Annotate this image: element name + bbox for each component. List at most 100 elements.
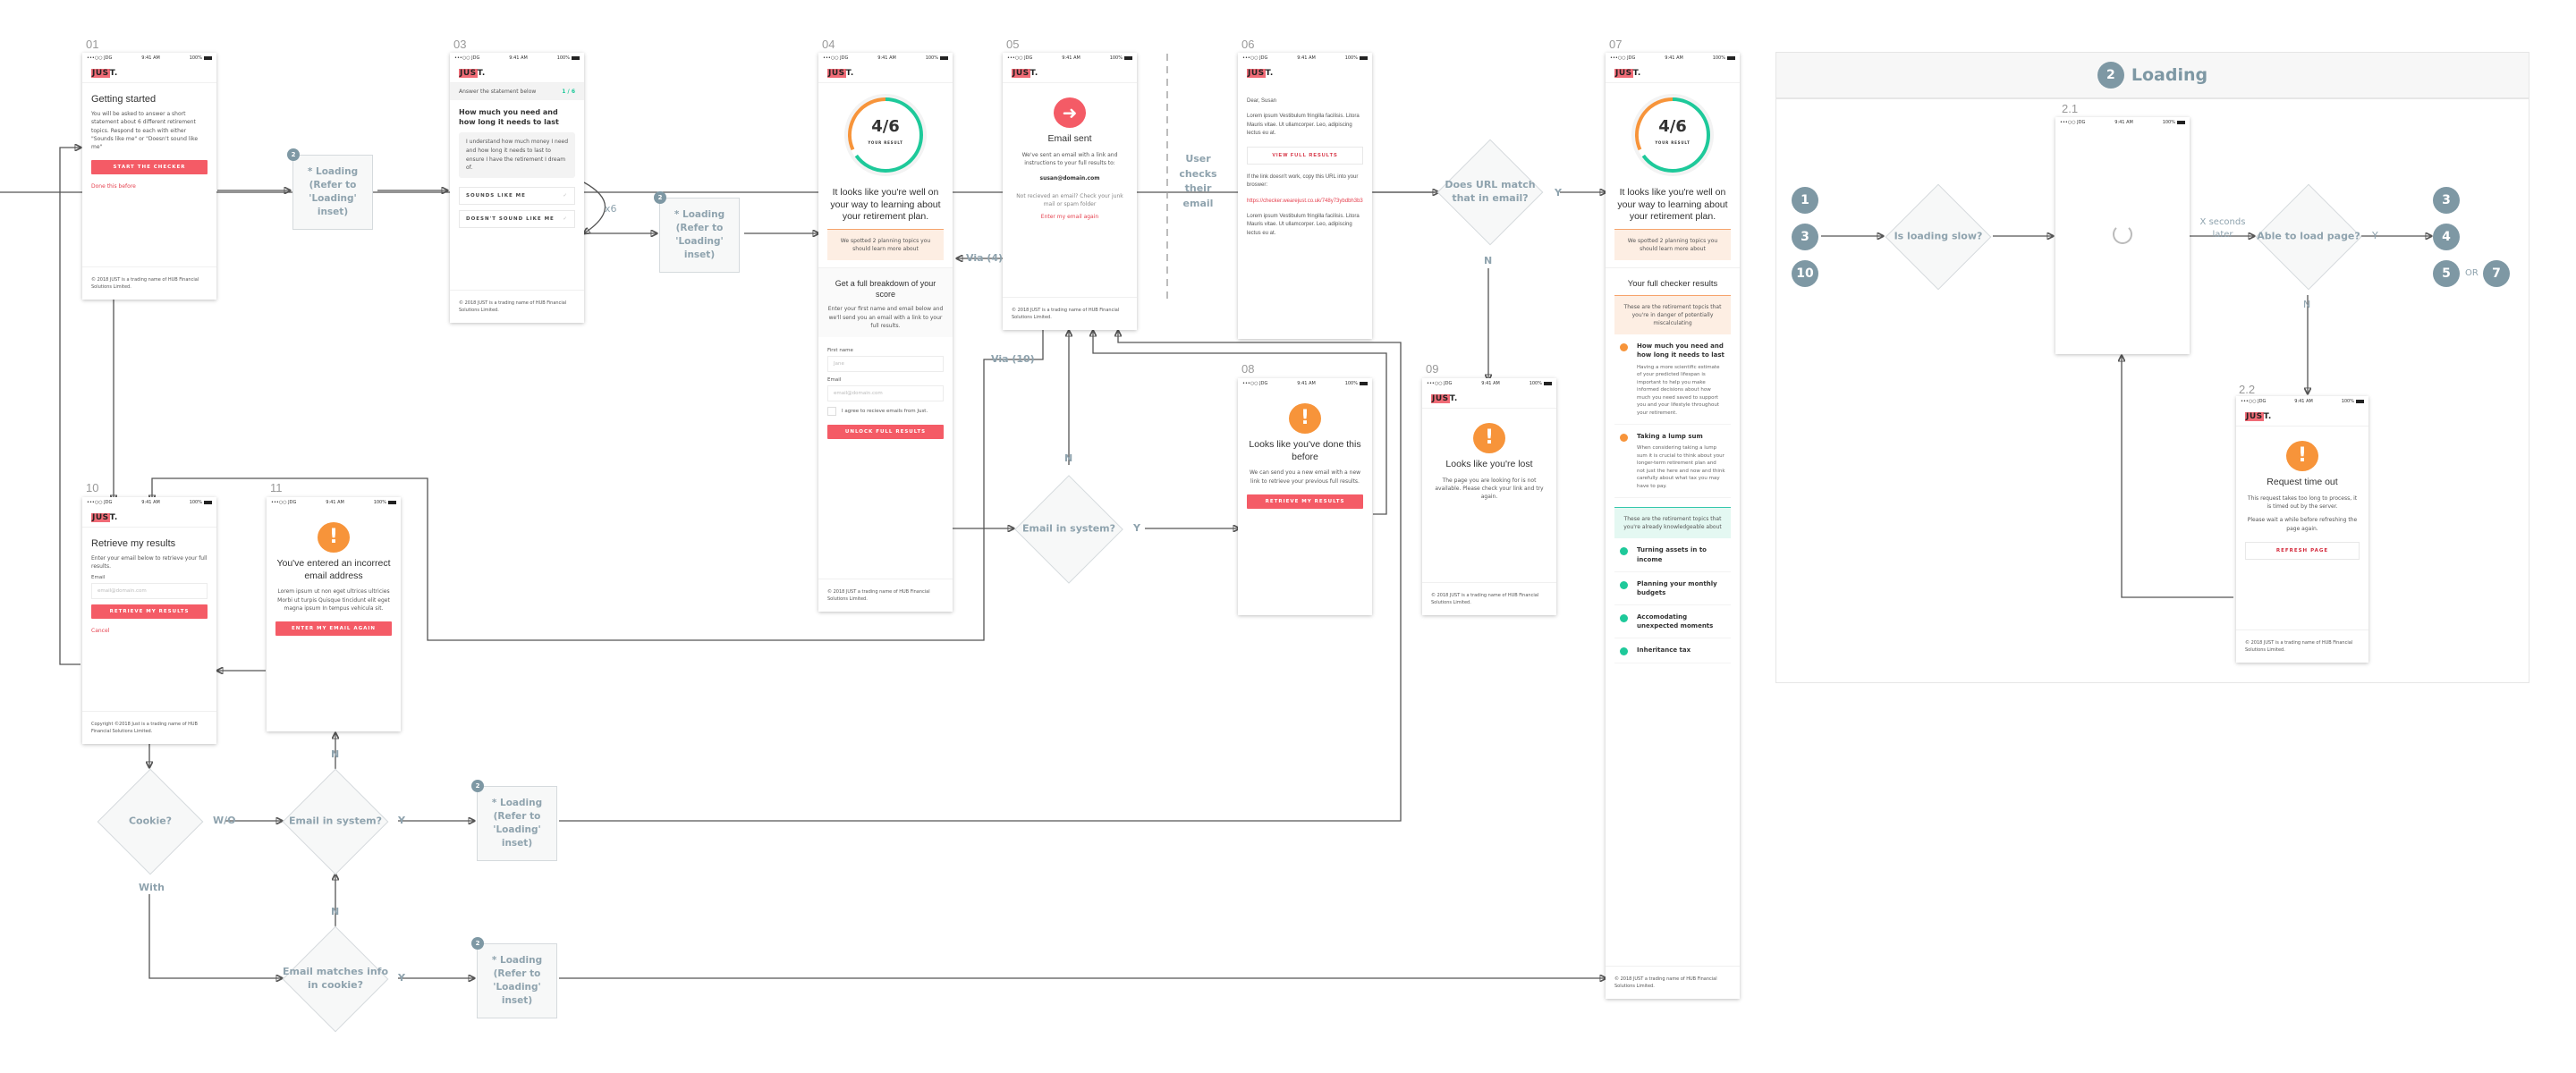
screen-06-email: •••○○ JDG 9:41 AM 100% JUST. Dear, Susan L… [1238, 53, 1372, 339]
email-input[interactable]: email@domain.com [827, 385, 944, 402]
entry-step-1: 1 [1792, 187, 1818, 214]
just-logo[interactable]: JUST. [459, 68, 486, 78]
danger-topic-list: How much you need and how long it needs … [1614, 334, 1731, 499]
enter-email-again-link[interactable]: Enter my email again [1012, 214, 1128, 220]
body-text: Enter your email below to retrieve your … [91, 555, 208, 570]
exit-step-7: 7 [2483, 260, 2510, 287]
carrier: •••○○ JDG [87, 500, 113, 505]
topic-desc: When considering taking a lump sum it is… [1637, 445, 1725, 489]
topic-title: Turning assets in to income [1637, 546, 1707, 563]
retrieve-my-results-button[interactable]: RETRIEVE MY RESULTS [1247, 494, 1363, 509]
breakdown-text: Enter your first name and email below an… [827, 306, 944, 329]
screen-07-number: 07 [1609, 38, 1623, 51]
carrier: •••○○ JDG [2241, 399, 2267, 404]
just-logo[interactable]: JUST. [91, 68, 118, 78]
just-logo[interactable]: JUST. [827, 68, 854, 78]
footer: © 2018 JUST is a trading name of HUB Fin… [1003, 297, 1137, 330]
battery-icon [939, 55, 948, 60]
battery-level: 100% [925, 55, 938, 61]
decision-email-matches-cookie: Email matches info in cookie? [281, 925, 390, 1034]
breakdown-title: Get a full breakdown of your score [835, 278, 936, 299]
list-item[interactable]: How much you need and how long it needs … [1614, 334, 1731, 426]
recipient-email: susan@domain.com [1039, 175, 1100, 182]
email-input[interactable]: email@domain.com [91, 582, 208, 599]
battery-level: 100% [1712, 55, 1725, 61]
carrier: •••○○ JDG [1242, 55, 1268, 61]
just-logo[interactable]: JUST. [91, 512, 118, 522]
screen-10-number: 10 [86, 481, 99, 494]
view-full-results-button[interactable]: VIEW FULL RESULTS [1247, 147, 1363, 165]
time: 9:41 AM [1665, 55, 1683, 61]
warning-dot-icon [1620, 343, 1628, 352]
list-item[interactable]: Turning assets in to income [1614, 538, 1731, 572]
battery-icon [1543, 381, 1552, 385]
footer: © 2018 JUST is a trading name of HUB Fin… [2236, 629, 2368, 663]
decision-is-loading-slow: Is loading slow? [1884, 182, 1993, 291]
not-received-text: Not recieved an email? Check your junk m… [1016, 192, 1123, 207]
list-item[interactable]: Planning your monthly budgets [1614, 572, 1731, 605]
first-name-input[interactable]: Jane [827, 356, 944, 373]
page-title: Request time out [2267, 477, 2338, 487]
yes-label: Y [2372, 230, 2378, 241]
with-label: With [139, 882, 165, 893]
unlock-full-results-button[interactable]: UNLOCK FULL RESULTS [827, 425, 944, 440]
enter-email-again-button[interactable]: ENTER MY EMAIL AGAIN [275, 621, 392, 637]
body-text: The page you are looking for is not avai… [1435, 477, 1544, 501]
screen-04-number: 04 [822, 38, 835, 51]
intro-text: You will be asked to answer a short stat… [91, 111, 199, 151]
battery-icon [1359, 55, 1368, 60]
screen-2-1-loading: •••○○ JDG 9:41 AM 100% [2055, 117, 2190, 354]
list-item[interactable]: Taking a lump sum When considering taking… [1614, 425, 1731, 499]
success-dot-icon [1620, 547, 1628, 556]
alert-icon: ! [2286, 441, 2318, 471]
topic-title: Inheritance tax [1637, 646, 1691, 655]
screen-09-lost: •••○○ JDG 9:41 AM 100% JUST. ! Looks like … [1422, 378, 1556, 615]
doesnt-sound-like-me-button[interactable]: DOESN'T SOUND LIKE ME ✓ [459, 209, 575, 228]
email-label: Email [91, 574, 106, 580]
just-logo[interactable]: JUST. [1614, 68, 1641, 78]
consent-label: I agree to recieve emails from Just. [842, 409, 928, 415]
page-title: Retrieve my results [91, 538, 176, 549]
decision-able-to-load: Able to load page? [2254, 182, 2363, 291]
battery-level: 100% [373, 500, 386, 505]
footer: © 2018 JUST is a trading name of HUB Fin… [450, 290, 584, 323]
list-item[interactable]: Accomodating unexpected moments [1614, 605, 1731, 639]
sent-text: We've sent an email with a link and inst… [1021, 151, 1118, 166]
exit-step-5: 5 [2433, 260, 2460, 287]
results-url-link[interactable]: https://checker.wearejust.co.uk/748y73yb… [1247, 198, 1363, 206]
refresh-page-button[interactable]: REFRESH PAGE [2245, 541, 2360, 560]
time: 9:41 AM [326, 500, 344, 505]
just-logo[interactable]: JUST. [1012, 68, 1038, 78]
screen-03-question: •••○○ JDG 9:41 AM 100% JUST. Answer the st… [450, 53, 584, 323]
carrier: •••○○ JDG [1427, 381, 1453, 386]
statement-bubble: I understand how much money I need and h… [459, 132, 575, 178]
body-text: Lorem ipsum ut non eget ultrices ultrici… [277, 588, 390, 612]
screen-08-done-before: •••○○ JDG 9:41 AM 100% ! Looks like you've… [1238, 378, 1372, 615]
cancel-link[interactable]: Cancel [91, 628, 208, 634]
known-topic-list: Turning assets in to income Planning you… [1614, 538, 1731, 664]
retrieve-my-results-button[interactable]: RETRIEVE MY RESULTS [91, 604, 208, 619]
alert-icon: ! [1473, 423, 1505, 453]
topic-title: Planning your monthly budgets [1637, 579, 1717, 596]
topic-title: How much you need and how long it needs … [1637, 342, 1724, 359]
just-logo[interactable]: JUST. [1431, 393, 1458, 403]
no-label: N [1064, 452, 1073, 464]
footer: © 2018 JUST is a trading name of HUB Fin… [1422, 582, 1556, 615]
done-this-before-link[interactable]: Done this before [91, 183, 208, 190]
battery-level: 100% [2341, 399, 2354, 404]
consent-checkbox[interactable] [827, 407, 836, 417]
score-label: YOUR RESULT [868, 140, 903, 145]
carrier: •••○○ JDG [454, 55, 480, 61]
sounds-like-me-button[interactable]: SOUNDS LIKE ME ✓ [459, 186, 575, 205]
score-ring: 4/6 YOUR RESULT [841, 90, 930, 180]
just-logo[interactable]: JUST. [1247, 69, 1274, 78]
carrier: •••○○ JDG [271, 500, 297, 505]
start-checker-button[interactable]: START THE CHECKER [91, 160, 208, 175]
list-item[interactable]: Inheritance tax [1614, 638, 1731, 664]
screen-10-retrieve: •••○○ JDG 9:41 AM 100% JUST. Retrieve my r… [82, 497, 216, 744]
just-logo[interactable]: JUST. [2245, 411, 2272, 421]
loading-badge: 2 [471, 780, 484, 792]
loading-box: * Loading (Refer to 'Loading' inset) [659, 198, 740, 273]
email-greeting: Dear, Susan [1247, 98, 1277, 104]
via-4-label: Via (4) [966, 252, 1004, 264]
